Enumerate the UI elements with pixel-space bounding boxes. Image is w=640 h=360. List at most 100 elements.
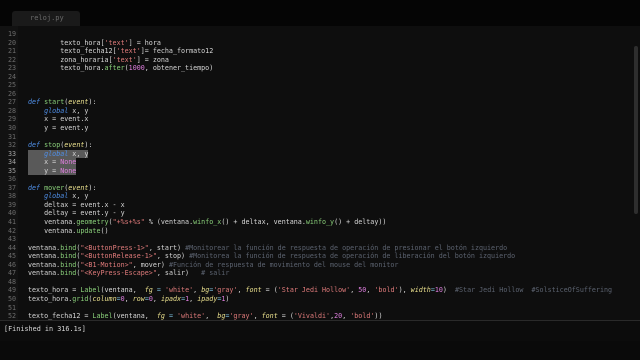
vertical-scrollbar[interactable] (634, 46, 638, 214)
code-token: texto_hora. (28, 64, 105, 73)
code-token: fg (156, 312, 165, 321)
code-token: bind (60, 243, 77, 252)
code-token: (ventana, (112, 312, 157, 321)
code-token: ventana. (28, 252, 61, 261)
code-token: None (60, 158, 77, 167)
code-token: global (44, 192, 69, 201)
code-text: global x, y (28, 192, 88, 201)
code-token: ipadx (160, 294, 182, 303)
code-token: ): (88, 98, 97, 107)
code-text: ventana.bind("<KeyPress-Escape>", salir)… (28, 269, 229, 278)
code-token: Label (80, 286, 101, 295)
code-token: , (189, 294, 198, 303)
code-text: x = event.x (28, 115, 88, 124)
code-text: def stop(event): (28, 141, 92, 150)
code-token: ] = zona (136, 55, 169, 64)
code-line[interactable]: 25 (0, 81, 632, 90)
code-token: global (44, 106, 69, 115)
code-token: % (ventana. (144, 218, 194, 227)
code-line[interactable]: 33 global x, y (0, 149, 632, 159)
code-text: texto_hora['text'] = hora (28, 39, 161, 48)
code-token: update (76, 226, 101, 235)
code-token: y = event.y (28, 124, 89, 133)
code-line[interactable]: 42 ventana.update() (0, 227, 632, 236)
file-tab[interactable]: reloj.py (12, 11, 80, 26)
code-line[interactable]: 24 (0, 73, 632, 82)
code-token: 'white' (177, 312, 206, 321)
code-line[interactable]: 49 texto_hora = Label(ventana, fg = 'whit… (0, 286, 632, 295)
code-line[interactable]: 45 ventana.bind("<ButtonRelease-1>", stop… (0, 252, 632, 261)
line-number: 44 (7, 243, 16, 252)
code-line[interactable]: 26 (0, 90, 632, 99)
code-token: def (28, 141, 45, 150)
code-line[interactable]: 30 y = event.y (0, 124, 632, 133)
code-token: 'gray' (229, 312, 254, 321)
code-line[interactable]: 50 texto_hora.grid(column=0, row=0, ipadx… (0, 295, 632, 304)
line-number: 34 (7, 158, 16, 167)
code-token: ipady (197, 294, 218, 303)
code-token: , (205, 312, 218, 321)
code-line[interactable]: 31 (0, 133, 632, 142)
line-number: 36 (7, 175, 16, 184)
line-number: 21 (7, 47, 16, 56)
code-token: 'gray' (213, 286, 238, 295)
code-line[interactable]: 36 (0, 175, 632, 184)
line-number: 48 (7, 277, 16, 286)
code-line[interactable]: 34 x = None (0, 158, 632, 167)
code-line[interactable]: 27 def start(event): (0, 98, 632, 107)
code-token: 'Vivaldi' (293, 312, 331, 321)
code-token: (ventana, (100, 286, 145, 295)
code-token: 'text' (112, 55, 137, 64)
line-number: 23 (7, 64, 16, 73)
code-text: zona_horaria['text'] = zona (28, 56, 169, 65)
code-line[interactable]: 23 texto_hora.after(1000, obtener_tiempo… (0, 64, 632, 73)
code-token: bind (60, 252, 77, 261)
code-line[interactable]: 40 deltay = event.y - y (0, 209, 632, 218)
code-line[interactable]: 20 texto_hora['text'] = hora (0, 39, 632, 48)
code-editor[interactable]: 19 20 texto_hora['text'] = hora 21 texto_f… (0, 26, 640, 329)
code-line[interactable]: 38 global x, y (0, 192, 632, 201)
code-line[interactable]: 29 x = event.x (0, 115, 632, 124)
code-line[interactable]: 21 texto_fecha12['text']= fecha_formato1… (0, 47, 632, 56)
code-line[interactable]: 48 (0, 278, 632, 287)
code-token: ), (398, 286, 411, 295)
code-line[interactable]: 44 ventana.bind("<ButtonPress-1>", start)… (0, 244, 632, 253)
code-line[interactable]: 39 deltax = event.x - x (0, 201, 632, 210)
code-token: bind (60, 269, 77, 278)
line-number: 31 (7, 132, 16, 141)
line-number: 25 (7, 81, 16, 90)
code-token: "<ButtonRelease-1>" (80, 252, 157, 261)
code-line[interactable]: 46 ventana.bind("<B1-Motion>", mover) #Fu… (0, 261, 632, 270)
code-token: mover (44, 183, 65, 192)
code-text: ventana.geometry("+%s+%s" % (ventana.win… (28, 218, 386, 227)
code-token: texto_fecha12[ (28, 47, 117, 56)
code-token: event (64, 141, 85, 150)
code-line[interactable]: 43 (0, 235, 632, 244)
code-token: zona_horaria[ (28, 55, 113, 64)
code-text: global x, y (28, 107, 88, 116)
code-token: x = event.x (28, 115, 89, 124)
line-number: 38 (7, 192, 16, 201)
code-line[interactable]: 32 def stop(event): (0, 141, 632, 150)
code-line[interactable]: 47 ventana.bind("<KeyPress-Escape>", sali… (0, 269, 632, 278)
code-token: )) (374, 312, 383, 321)
code-line[interactable]: 35 y = None (0, 166, 632, 176)
code-text: x = None (28, 158, 77, 167)
line-number: 24 (7, 72, 16, 81)
code-token: x, y (68, 106, 89, 115)
code-token: , (124, 294, 133, 303)
line-number: 28 (7, 106, 16, 115)
status-bar (0, 341, 640, 360)
code-text: texto_hora.after(1000, obtener_tiempo) (28, 64, 213, 73)
code-token: , (152, 294, 161, 303)
code-line[interactable]: 41 ventana.geometry("+%s+%s" % (ventana.… (0, 218, 632, 227)
code-line[interactable]: 28 global x, y (0, 107, 632, 116)
code-line[interactable]: 51 (0, 304, 632, 313)
code-line[interactable]: 22 zona_horaria['text'] = zona (0, 56, 632, 65)
code-token: texto_hora[ (28, 38, 105, 47)
line-number: 39 (7, 200, 16, 209)
code-line[interactable]: 19 (0, 30, 632, 39)
code-token: ]= fecha_formato12 (140, 47, 214, 56)
code-text: ventana.bind("<ButtonRelease-1>", stop) … (28, 252, 515, 261)
code-line[interactable]: 37 def mover(event): (0, 184, 632, 193)
